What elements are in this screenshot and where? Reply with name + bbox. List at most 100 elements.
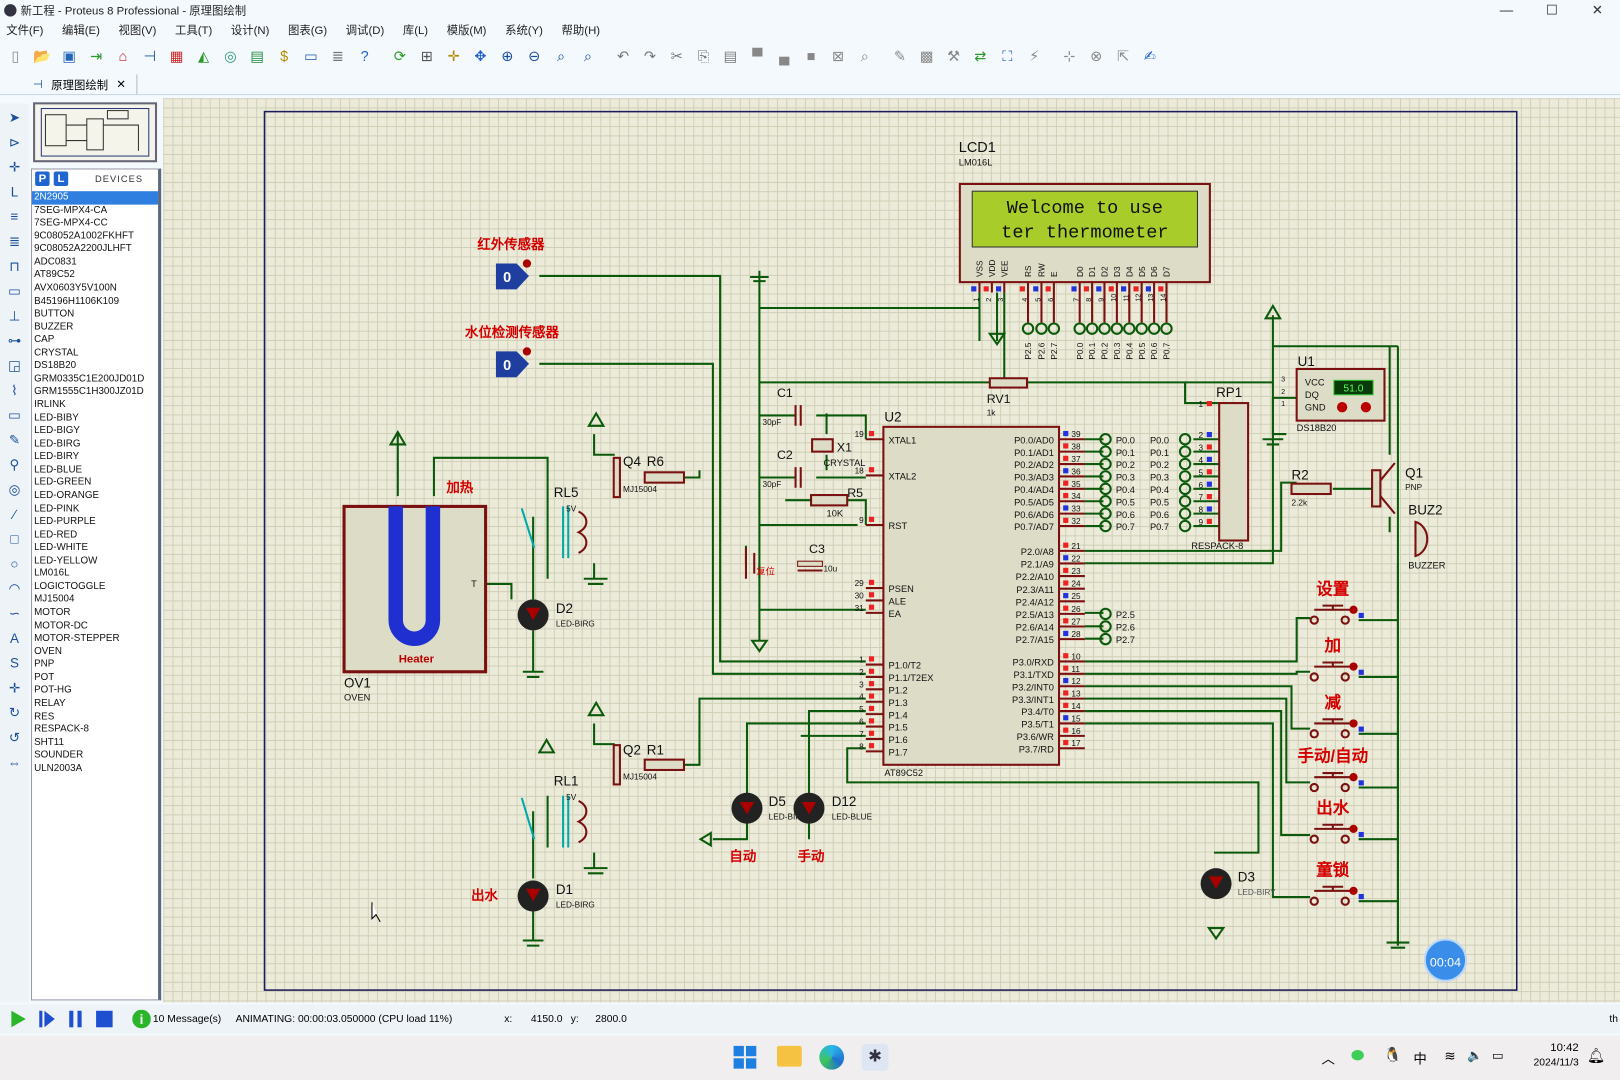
lcd-pin-number: 1 [971, 298, 980, 302]
rp1-pin-number: 6 [1199, 481, 1204, 490]
qq-tray-icon[interactable]: 🐧 [1383, 1046, 1401, 1064]
temperature-sensor-ds18b20[interactable]: U1 VCC DQ GND 3 2 1 51.0 DS18B20 [1281, 354, 1386, 433]
clock-time[interactable]: 10:42 [1546, 1042, 1578, 1054]
pin-marker [1206, 456, 1212, 462]
file-explorer-icon[interactable] [776, 1045, 802, 1067]
lcd-pin-label: D4 [1125, 266, 1134, 277]
mcu-pin-label: RST [889, 521, 908, 531]
mcu-pin-label: P1.6 [889, 735, 908, 745]
sensor-ir[interactable]: 红外传感器 0 [477, 236, 545, 290]
recording-timer-badge[interactable]: 00:04 [1423, 938, 1468, 982]
pin-marker [971, 286, 977, 292]
schematic-drawing: LCD1 LM016L Welcome to use ter thermomet… [263, 110, 1518, 991]
rp1-ref: RP1 [1216, 385, 1242, 400]
mcu-pin-number: 37 [1071, 455, 1081, 464]
push-button[interactable]: 加 [1309, 636, 1364, 682]
pin-marker [1063, 555, 1069, 561]
pin-marker [1063, 630, 1069, 637]
mcu-pin-label: P3.0/RXD [1013, 658, 1055, 668]
oven-part: OVEN [344, 693, 370, 703]
lcd-net-label: P0.5 [1138, 342, 1147, 359]
mcu-pin-label: P2.3/A11 [1016, 585, 1054, 595]
mcu-pin-label: P1.1/T2EX [889, 673, 934, 683]
step-button[interactable] [35, 1009, 58, 1030]
pin-marker [1063, 468, 1069, 474]
mcu-pin-label: XTAL1 [889, 435, 917, 445]
edge-browser-icon[interactable] [819, 1044, 845, 1070]
mcu-pin-label: P0.7/AD7 [1014, 522, 1054, 532]
mcu-pin-label: P0.2/AD2 [1014, 460, 1054, 470]
ime-indicator[interactable]: 中 [1413, 1048, 1426, 1068]
r5-value: 10K [827, 509, 844, 519]
push-button[interactable]: 设置 [1309, 579, 1364, 625]
pin-marker [1121, 286, 1127, 292]
lcd-net-label: P0.1 [1088, 342, 1097, 359]
oven-terminal: T [471, 579, 477, 589]
sensor-water-level[interactable]: 水位检测传感器 0 [465, 324, 560, 378]
proteus-taskbar-icon[interactable]: ✱ [861, 1043, 889, 1071]
temp-down-icon[interactable] [1336, 402, 1348, 413]
sensor-water-value[interactable]: 0 [503, 358, 511, 374]
wifi-icon[interactable]: ≋ [1444, 1048, 1455, 1065]
pin-marker [1063, 677, 1069, 684]
push-button[interactable]: 出水 [1309, 797, 1364, 844]
rl1-ref: RL1 [554, 773, 579, 788]
d3-ref: D3 [1238, 870, 1255, 885]
battery-icon[interactable]: ▭ [1492, 1048, 1504, 1062]
mcu-pin-number: 11 [1071, 665, 1080, 674]
d12-part: LED-BLUE [832, 813, 873, 822]
mcu-pin-number: 35 [1071, 480, 1081, 489]
lcd-net-label: P0.7 [1163, 342, 1172, 359]
rp1-net-label: P0.0 [1150, 435, 1169, 445]
mcu-pin-number: 16 [1071, 727, 1081, 736]
net-terminal [1123, 322, 1136, 335]
pin-marker [868, 668, 875, 674]
x1-ref: X1 [837, 441, 852, 455]
pin-marker [1206, 469, 1212, 475]
manual-mode-label: 手动 [798, 848, 825, 864]
info-icon[interactable]: i [130, 1009, 153, 1030]
pause-button[interactable] [64, 1009, 87, 1030]
mcu-pin-number: 4 [859, 693, 864, 702]
mcu-pin-label: P3.6/WR [1017, 732, 1054, 742]
clock-date[interactable]: 2024/11/3 [1523, 1057, 1579, 1068]
oven-name: Heater [399, 653, 435, 665]
mcu-pin-number: 1 [859, 655, 864, 664]
sensor-ir-value[interactable]: 0 [503, 270, 511, 286]
push-button[interactable]: 手动/自动 [1298, 746, 1369, 793]
d5-ref: D5 [769, 794, 786, 809]
push-button[interactable]: 童锁 [1309, 859, 1364, 906]
stop-button[interactable] [93, 1009, 116, 1030]
u1-pin-vcc: VCC [1305, 377, 1325, 387]
lcd-pin-number: 3 [996, 298, 1005, 302]
net-terminal [1178, 445, 1192, 458]
play-button[interactable] [6, 1009, 29, 1030]
messages-count[interactable]: 10 Message(s) [153, 1013, 225, 1024]
p2-net-label: P2.5 [1116, 610, 1135, 620]
pin-marker [1206, 518, 1212, 524]
mcu-pin-number: 6 [859, 717, 864, 726]
mcu-pin-label: P2.4/A12 [1016, 597, 1054, 607]
mcu-pin-label: P3.7/RD [1019, 744, 1054, 754]
x-coord-value: 4150.0 [530, 1013, 563, 1025]
q4-ref: Q4 [623, 454, 641, 469]
lcd-pin-number: 2 [984, 298, 993, 302]
lcd-net-label: P0.0 [1076, 342, 1085, 359]
mcu-pin-number: 19 [855, 430, 865, 439]
mcu-pin-label: P1.3 [889, 698, 908, 708]
push-button[interactable]: 减 [1309, 692, 1364, 739]
pin-marker [868, 579, 875, 585]
notification-bell-icon[interactable]: 🔔︎ [1587, 1047, 1605, 1065]
mcu-pin-number: 3 [859, 680, 864, 689]
start-button[interactable] [733, 1045, 757, 1069]
show-hidden-icons-button[interactable]: ︿ [1321, 1048, 1334, 1068]
wechat-tray-icon[interactable] [1351, 1050, 1364, 1061]
pin-marker [868, 718, 875, 724]
volume-icon[interactable]: 🔈 [1467, 1048, 1482, 1062]
mcu-pin-label: P3.4/T0 [1021, 707, 1054, 717]
temp-up-icon[interactable] [1360, 402, 1372, 413]
potentiometer-rv1[interactable]: RV1 1k [987, 377, 1029, 417]
mcu-pin-label: P0.4/AD4 [1014, 485, 1054, 495]
water-outlet-circuit: RL1 5V Q2 MJ15004 R1 出水 D1 LED-BIRG [471, 742, 686, 912]
q2-ref: Q2 [623, 742, 641, 757]
